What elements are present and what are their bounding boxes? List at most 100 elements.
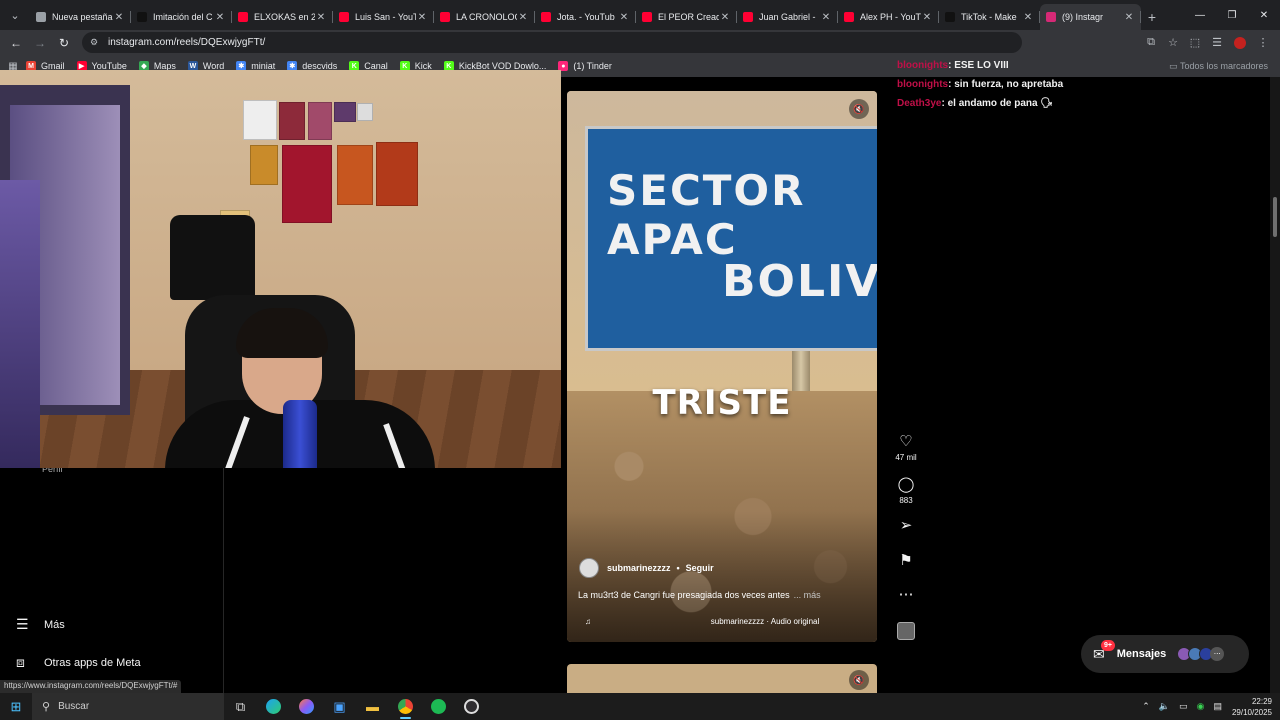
browser-menu-icon[interactable]: ⋮ <box>1252 36 1274 49</box>
browser-tab[interactable]: Juan Gabriel - ✕ <box>737 4 838 30</box>
send-icon: ➢ <box>899 517 913 534</box>
store-icon[interactable]: ▣ <box>323 693 356 720</box>
sign-line-2: BOLIVIA <box>722 256 877 307</box>
tab-close-icon[interactable]: ✕ <box>416 12 428 23</box>
heart-icon: ♡ <box>899 433 913 450</box>
save-button[interactable]: ⚑ <box>890 552 922 570</box>
volume-icon[interactable]: 🔈 <box>1159 701 1170 712</box>
tiktok-icon <box>137 12 147 22</box>
tab-close-icon[interactable]: ✕ <box>214 12 226 23</box>
browser-tab[interactable]: ELXOKAS en 2(✕ <box>232 4 333 30</box>
scrollbar-thumb[interactable] <box>1273 197 1277 237</box>
share-button[interactable]: ➢ <box>890 517 922 535</box>
back-icon[interactable]: ← <box>4 36 28 50</box>
wall-poster <box>357 103 373 121</box>
browser-tab[interactable]: Nueva pestaña ✕ <box>30 4 131 30</box>
reel-video[interactable]: SECTOR APAC BOLIVIA 🔇 TRISTE submarinezz… <box>567 91 877 642</box>
youtube-icon <box>339 12 349 22</box>
tab-close-icon[interactable]: ✕ <box>113 12 125 23</box>
tab-title: Juan Gabriel - <box>759 12 816 22</box>
like-button[interactable]: ♡ 47 mil <box>890 433 922 462</box>
tab-close-icon[interactable]: ✕ <box>1022 12 1034 23</box>
reel-description: La mu3rt3 de Cangri fue presagiada dos v… <box>578 590 821 600</box>
bookmark-star-icon[interactable]: ☆ <box>1162 36 1184 49</box>
status-bar-url: https://www.instagram.com/reels/DQExwjyg… <box>0 680 182 693</box>
close-window-icon[interactable]: ✕ <box>1248 10 1280 21</box>
browser-tab[interactable]: El PEOR Cread ✕ <box>636 4 737 30</box>
chrome-taskbar-icon[interactable] <box>389 693 422 720</box>
sidebar-item-more[interactable]: ☰ Más <box>16 616 65 633</box>
tab-title: Nueva pestaña <box>52 12 113 22</box>
hamburger-icon: ☰ <box>16 616 29 632</box>
system-clock[interactable]: 22:29 29/10/2025 <box>1232 696 1272 718</box>
address-url: instagram.com/reels/DQExwjygFTt/ <box>108 37 266 48</box>
address-bar[interactable]: ⚙ instagram.com/reels/DQExwjygFTt/ <box>82 32 1022 53</box>
browser-tab[interactable]: Imitación del C ✕ <box>131 4 232 30</box>
browser-tab[interactable]: Luis San - YouT ✕ <box>333 4 434 30</box>
minimize-icon[interactable]: — <box>1184 10 1216 21</box>
comment-button[interactable]: ◯ 883 <box>890 476 922 505</box>
tab-close-icon[interactable]: ✕ <box>921 12 933 23</box>
browser-tab[interactable]: Alex PH - YouT ✕ <box>838 4 939 30</box>
restore-icon[interactable]: ❐ <box>1216 10 1248 21</box>
windows-start-icon[interactable]: ⊞ <box>0 699 32 715</box>
network-icon[interactable]: ▭ <box>1179 701 1188 712</box>
messenger-icon: ✉ 9+ <box>1093 639 1115 663</box>
extensions-icon[interactable]: ⬚ <box>1184 36 1206 49</box>
tab-close-icon[interactable]: ✕ <box>618 12 630 23</box>
browser-tab[interactable]: (9) Instagr ✕ <box>1040 4 1141 30</box>
browser-tab[interactable]: TikTok - Make ✕ <box>939 4 1040 30</box>
tab-close-icon[interactable]: ✕ <box>1123 12 1135 23</box>
author-name[interactable]: submarinezzzz <box>607 563 671 573</box>
reload-icon[interactable]: ↻ <box>52 36 76 50</box>
bookmark-item[interactable]: ● (1) Tinder <box>558 61 612 71</box>
wall-poster <box>243 100 277 140</box>
chat-text: : sin fuerza, no apretaba <box>948 79 1064 90</box>
tab-search-icon[interactable]: ⌄ <box>2 2 28 28</box>
forward-icon[interactable]: → <box>28 36 52 50</box>
message-avatars: ⋯ <box>1177 647 1225 661</box>
windows-taskbar: ⊞ ⚲ Buscar ⧉ ▣ ▬ ⌃ 🔈 ▭ ◉ ▤ 22:29 29/10/2… <box>0 693 1280 720</box>
sidebar-item-label: Otras apps de Meta <box>44 656 141 669</box>
next-reel-preview[interactable]: 🔇 <box>567 664 877 694</box>
reel-overlay-text: TRISTE <box>652 383 792 423</box>
task-view-icon[interactable]: ⧉ <box>224 693 257 720</box>
sidebar-item-meta-apps[interactable]: ⧈ Otras apps de Meta <box>16 654 141 671</box>
reading-list-icon[interactable]: ☰ <box>1206 36 1228 49</box>
security-icon[interactable]: ◉ <box>1197 701 1205 712</box>
more-link[interactable]: ... más <box>794 590 821 600</box>
tray-chevron-icon[interactable]: ⌃ <box>1142 701 1150 712</box>
page-scrollbar[interactable] <box>1270 77 1280 693</box>
chat-username: bloonights <box>897 79 949 90</box>
taskbar-search[interactable]: ⚲ Buscar <box>32 693 224 720</box>
browser-tab[interactable]: LA CRONOLOG ✕ <box>434 4 535 30</box>
webcam-overlay <box>0 70 561 468</box>
copilot-icon[interactable] <box>290 693 323 720</box>
file-explorer-icon[interactable]: ▬ <box>356 693 389 720</box>
youtube-icon <box>844 12 854 22</box>
install-app-icon[interactable]: ⧉ <box>1140 36 1162 49</box>
tab-close-icon[interactable]: ✕ <box>820 12 832 23</box>
spotify-icon[interactable] <box>422 693 455 720</box>
notification-icon[interactable]: ▤ <box>1213 701 1222 712</box>
new-tab-button[interactable]: + <box>1141 4 1163 30</box>
chat-username: bloonights <box>897 60 949 71</box>
tab-close-icon[interactable]: ✕ <box>517 12 529 23</box>
author-avatar[interactable] <box>579 558 599 578</box>
options-button[interactable]: ⋯ <box>890 586 922 604</box>
site-info-icon[interactable]: ⚙ <box>90 37 104 48</box>
edge-icon[interactable] <box>257 693 290 720</box>
mute-icon[interactable]: 🔇 <box>849 670 869 690</box>
obs-icon[interactable] <box>455 693 488 720</box>
tab-close-icon[interactable]: ✕ <box>719 12 731 23</box>
audio-cover-avatar[interactable] <box>897 622 915 640</box>
youtube-icon <box>238 12 248 22</box>
profile-avatar[interactable] <box>1234 36 1246 49</box>
tab-close-icon[interactable]: ✕ <box>315 12 327 23</box>
mute-icon[interactable]: 🔇 <box>849 99 869 119</box>
tab-title: El PEOR Cread <box>658 12 719 22</box>
browser-tab[interactable]: Jota. - YouTub ✕ <box>535 4 636 30</box>
messages-button[interactable]: ✉ 9+ Mensajes ⋯ <box>1081 635 1249 673</box>
follow-button[interactable]: Seguir <box>686 563 714 573</box>
reel-audio[interactable]: ♫ submarinezzzz · Audio original <box>585 617 865 626</box>
